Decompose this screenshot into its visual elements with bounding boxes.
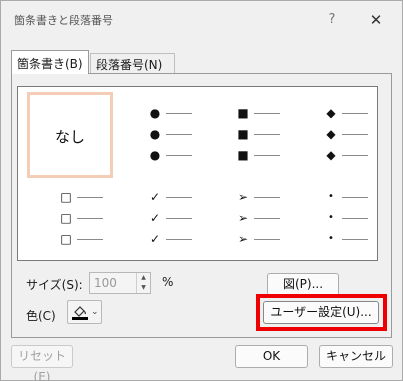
bullet-preview-row: □ — [59, 229, 129, 249]
none-label: なし — [54, 128, 85, 146]
customize-button[interactable]: ユーザー設定(U)... — [263, 301, 379, 324]
text-line — [342, 155, 368, 156]
bullet-option-checkmark[interactable]: ✓ ✓ ✓ — [136, 183, 222, 269]
text-line — [166, 113, 192, 114]
help-button[interactable]: ? — [320, 10, 344, 30]
bullet-preview-row: ■ — [236, 124, 306, 144]
hollow-square-icon: □ — [60, 211, 72, 225]
bullet-preview-row: • — [324, 187, 394, 207]
cancel-button[interactable]: キャンセル — [319, 345, 393, 368]
bullet-preview-row: ✓ — [148, 187, 218, 207]
arrowhead-icon: ➢ — [237, 232, 249, 246]
text-line — [342, 113, 368, 114]
tab-bullets-label: 箇条書き(B) — [17, 57, 83, 71]
spin-down-icon[interactable]: ▼ — [137, 283, 150, 293]
text-line — [77, 218, 103, 219]
filled-diamond-icon: ◆ — [326, 106, 336, 120]
bullet-option-filled-circle[interactable]: ● ● ● — [136, 99, 222, 185]
color-label: 色(C) — [26, 309, 56, 323]
size-stepper[interactable]: 100 ▲ ▼ — [89, 272, 151, 294]
tab-numbering[interactable]: 段落番号(N) — [90, 53, 175, 73]
bullet-option-arrowhead[interactable]: ➢ ➢ ➢ — [224, 183, 310, 269]
bullet-option-filled-square[interactable]: ■ ■ ■ — [224, 99, 310, 185]
arrowhead-icon: ➢ — [237, 211, 249, 225]
filled-diamond-icon: ◆ — [326, 148, 336, 162]
filled-circle-icon: ● — [149, 127, 161, 141]
arrowhead-icon: ➢ — [237, 190, 249, 204]
bullet-preview-row: • — [324, 229, 394, 249]
tab-numbering-label: 段落番号(N) — [96, 58, 163, 72]
text-line — [254, 239, 280, 240]
bullet-preview-row: ◆ — [324, 145, 394, 165]
bullet-preview-row: • — [324, 208, 394, 228]
bullet-preview-row: ◆ — [324, 103, 394, 123]
small-dot-icon: • — [328, 191, 334, 202]
text-line — [342, 134, 368, 135]
size-label: サイズ(S): — [26, 278, 83, 292]
hollow-square-icon: □ — [60, 232, 72, 246]
spin-up-icon[interactable]: ▲ — [137, 273, 150, 283]
bullets-and-numbering-dialog: 箇条書きと段落番号 ? ✕ 箇条書き(B) 段落番号(N) なし ● ● ● ■… — [0, 0, 403, 381]
text-line — [77, 239, 103, 240]
text-line — [166, 155, 192, 156]
text-line — [254, 218, 280, 219]
bullet-preview-row: ➢ — [236, 187, 306, 207]
bullet-option-none[interactable]: なし — [27, 92, 113, 178]
hollow-square-icon: □ — [60, 190, 72, 204]
bullet-option-filled-diamond[interactable]: ◆ ◆ ◆ — [312, 99, 398, 185]
text-line — [254, 197, 280, 198]
text-line — [166, 197, 192, 198]
paint-bucket-icon — [72, 306, 88, 320]
ok-button[interactable]: OK — [235, 345, 308, 368]
small-dot-icon: • — [328, 212, 334, 223]
bullet-preview-row: ➢ — [236, 229, 306, 249]
bullet-preview-row: ■ — [236, 145, 306, 165]
filled-diamond-icon: ◆ — [326, 127, 336, 141]
title-bar: 箇条書きと段落番号 ? ✕ — [1, 1, 402, 35]
dialog-title: 箇条書きと段落番号 — [14, 14, 113, 27]
bullet-preview-row: ✓ — [148, 208, 218, 228]
bullet-gallery: なし ● ● ● ■ ■ ■ ◆ ◆ ◆ □ □ □ ✓ ✓ ✓ ➢ ➢ ➢ •… — [17, 86, 378, 261]
size-spin-buttons: ▲ ▼ — [136, 273, 150, 293]
text-line — [166, 239, 192, 240]
checkmark-icon: ✓ — [149, 232, 161, 246]
bullet-preview-row: ◆ — [324, 124, 394, 144]
bullet-preview-row: ✓ — [148, 229, 218, 249]
tab-bullets[interactable]: 箇条書き(B) — [11, 50, 89, 74]
text-line — [254, 155, 280, 156]
filled-square-icon: ■ — [237, 106, 249, 120]
bullet-preview-row: □ — [59, 187, 129, 207]
close-button[interactable]: ✕ — [363, 8, 389, 32]
text-line — [166, 218, 192, 219]
bullet-option-small-dot[interactable]: • • • — [312, 183, 398, 269]
filled-square-icon: ■ — [237, 148, 249, 162]
text-line — [166, 134, 192, 135]
text-line — [342, 218, 368, 219]
text-line — [254, 113, 280, 114]
small-dot-icon: • — [328, 233, 334, 244]
bullet-preview-row: ● — [148, 103, 218, 123]
color-picker-button[interactable]: ⌄ — [67, 300, 102, 324]
bullet-preview-row: ● — [148, 145, 218, 165]
bullet-preview-row: ■ — [236, 103, 306, 123]
text-line — [342, 197, 368, 198]
bullet-option-hollow-square[interactable]: □ □ □ — [49, 183, 135, 269]
text-line — [342, 239, 368, 240]
bullet-preview-row: □ — [59, 208, 129, 228]
size-value: 100 — [94, 276, 117, 290]
text-line — [254, 134, 280, 135]
reset-button[interactable]: リセット(E) — [11, 345, 73, 381]
chevron-down-icon: ⌄ — [91, 307, 99, 317]
filled-square-icon: ■ — [237, 127, 249, 141]
text-line — [77, 197, 103, 198]
percent-unit: % — [162, 275, 174, 289]
bullet-preview-row: ➢ — [236, 208, 306, 228]
checkmark-icon: ✓ — [149, 211, 161, 225]
bullet-preview-row: ● — [148, 124, 218, 144]
checkmark-icon: ✓ — [149, 190, 161, 204]
filled-circle-icon: ● — [149, 148, 161, 162]
picture-button[interactable]: 図(P)... — [267, 273, 339, 296]
filled-circle-icon: ● — [149, 106, 161, 120]
